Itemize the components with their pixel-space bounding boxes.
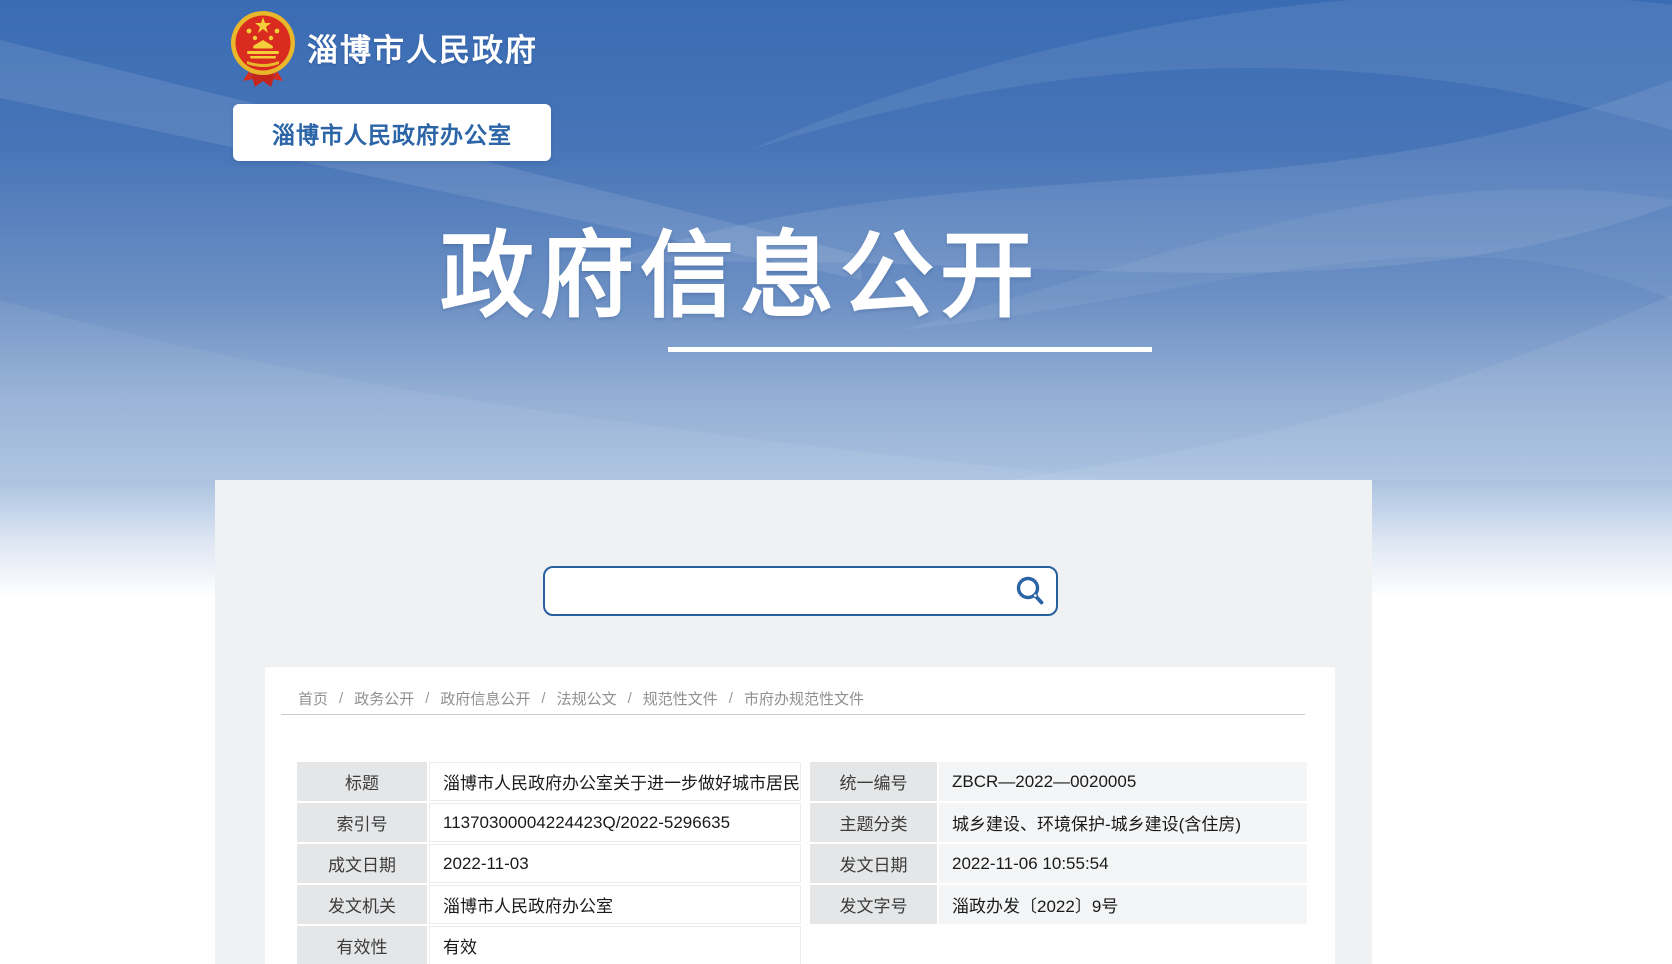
breadcrumb-separator: / — [339, 690, 343, 707]
table-value: 城乡建设、环境保护-城乡建设(含住房) — [939, 803, 1307, 842]
table-label: 成文日期 — [297, 844, 427, 883]
breadcrumb-divider — [281, 714, 1305, 715]
table-value: 2022-11-06 10:55:54 — [939, 844, 1307, 883]
breadcrumb-separator: / — [729, 690, 733, 707]
table-label: 发文日期 — [810, 844, 937, 883]
page: 淄博市人民政府 淄博市人民政府办公室 政府信息公开 首页 / 政务公开 / 政府信息公开… — [0, 0, 1672, 964]
breadcrumb-separator: / — [425, 690, 429, 707]
office-badge[interactable]: 淄博市人民政府办公室 — [233, 104, 551, 161]
content-panel: 首页/政务公开/政府信息公开/法规公文/规范性文件/市府办规范性文件 标题淄博市… — [215, 480, 1372, 964]
table-gap — [803, 844, 808, 883]
table-value: 淄博市人民政府办公室 — [429, 885, 801, 924]
national-emblem-icon — [229, 9, 297, 89]
title-underline — [668, 347, 1152, 352]
search-box — [543, 566, 1058, 616]
breadcrumb-item[interactable]: 法规公文 — [557, 688, 617, 709]
breadcrumb-item[interactable]: 市府办规范性文件 — [744, 688, 864, 709]
banner: 淄博市人民政府 淄博市人民政府办公室 政府信息公开 — [0, 0, 1672, 480]
breadcrumb-item[interactable]: 政府信息公开 — [440, 688, 530, 709]
breadcrumb-item[interactable]: 政务公开 — [354, 688, 414, 709]
table-label: 标题 — [297, 762, 427, 801]
magnifier-icon — [1014, 575, 1046, 607]
table-gap — [803, 762, 808, 801]
table-label: 发文机关 — [297, 885, 427, 924]
table-value: 淄博市人民政府办公室关于进一步做好城市居民... — [429, 762, 801, 801]
page-title: 政府信息公开 — [440, 200, 1040, 336]
table-label: 统一编号 — [810, 762, 937, 801]
table-label: 有效性 — [297, 926, 427, 964]
table-value: 2022-11-03 — [429, 844, 801, 883]
table-empty — [810, 926, 937, 964]
search-button[interactable] — [1010, 571, 1050, 611]
table-value: 有效 — [429, 926, 801, 964]
search-input[interactable] — [545, 568, 1010, 614]
breadcrumb-item[interactable]: 规范性文件 — [643, 688, 718, 709]
site-name: 淄博市人民政府 — [307, 25, 538, 70]
table-gap — [803, 926, 808, 964]
breadcrumb: 首页 / 政务公开 / 政府信息公开 / 法规公文 / 规范性文件 / 市府办规范性文件 — [298, 688, 864, 709]
table-value: ZBCR—2022—0020005 — [939, 762, 1307, 801]
office-badge-label: 淄博市人民政府办公室 — [272, 116, 512, 150]
content-card: 首页/政务公开/政府信息公开/法规公文/规范性文件/市府办规范性文件 标题淄博市… — [265, 667, 1335, 964]
breadcrumb-separator: / — [628, 690, 632, 707]
table-label: 索引号 — [297, 803, 427, 842]
table-label: 主题分类 — [810, 803, 937, 842]
table-label: 发文字号 — [810, 885, 937, 924]
breadcrumb-item[interactable]: 首页 — [298, 688, 328, 709]
table-gap — [803, 803, 808, 842]
table-empty — [939, 926, 1307, 964]
table-value: 淄政办发〔2022〕9号 — [939, 885, 1307, 924]
table-gap — [803, 885, 808, 924]
table-value: 11370300004224423Q/2022-5296635 — [429, 803, 801, 842]
document-table: 标题淄博市人民政府办公室关于进一步做好城市居民...统一编号ZBCR—2022—… — [297, 762, 1307, 964]
breadcrumb-separator: / — [541, 690, 545, 707]
